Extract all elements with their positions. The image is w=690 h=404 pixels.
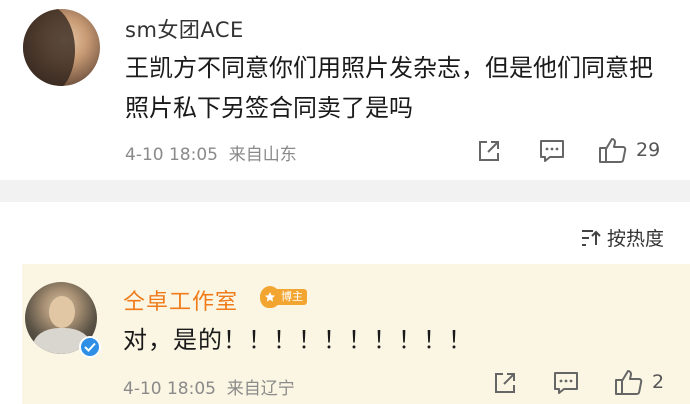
comment-meta: 4-10 18:05 来自辽宁 — [123, 374, 295, 399]
comment-username[interactable]: sm女团ACE — [125, 14, 244, 44]
blogger-badge: 博主 — [260, 286, 307, 308]
share-icon — [492, 370, 518, 396]
comment-button[interactable] — [538, 138, 566, 164]
comment-icon — [538, 138, 566, 164]
comment-item: sm女团ACE 王凯方不同意你们用照片发杂志，但是他们同意把照片私下另签合同卖了… — [0, 0, 690, 180]
sort-label: 按热度 — [606, 228, 664, 250]
comment-meta: 4-10 18:05 来自山东 — [125, 140, 297, 165]
comment-username[interactable]: 仝卓工作室 — [123, 284, 238, 316]
share-icon — [476, 138, 502, 164]
thumbs-up-icon — [598, 136, 628, 164]
like-count: 2 — [652, 371, 665, 393]
comment-location: 来自山东 — [228, 145, 297, 165]
comment-icon — [552, 370, 580, 396]
thumbs-up-icon — [614, 368, 644, 396]
share-button[interactable] — [492, 370, 518, 396]
sort-bar: 按热度 — [0, 202, 690, 264]
like-count: 29 — [636, 139, 661, 161]
like-button[interactable]: 29 — [598, 136, 660, 164]
avatar[interactable] — [23, 9, 100, 86]
comment-button[interactable] — [552, 370, 580, 396]
comment-date: 4-10 18:05 — [123, 379, 216, 399]
share-button[interactable] — [476, 138, 502, 164]
comment-date: 4-10 18:05 — [125, 145, 218, 165]
comment-text: 王凯方不同意你们用照片发杂志，但是他们同意把照片私下另签合同卖了是吗 — [125, 54, 653, 122]
sort-by-hot-button[interactable]: 按热度 — [581, 224, 664, 251]
comment-location: 来自辽宁 — [226, 379, 295, 399]
like-button[interactable]: 2 — [614, 368, 664, 396]
verified-icon — [79, 336, 101, 358]
sort-icon — [581, 229, 601, 247]
comment-thread: sm女团ACE 王凯方不同意你们用照片发杂志，但是他们同意把照片私下另签合同卖了… — [0, 0, 690, 404]
comment-text: 对，是的！！！！！！！！！！ — [123, 326, 473, 354]
badge-label: 博主 — [277, 289, 307, 305]
section-divider — [0, 180, 690, 202]
comment-item: 仝卓工作室 博主 对，是的！！！！！！！！！！ 4-10 18:05 来自辽宁 — [22, 264, 690, 404]
